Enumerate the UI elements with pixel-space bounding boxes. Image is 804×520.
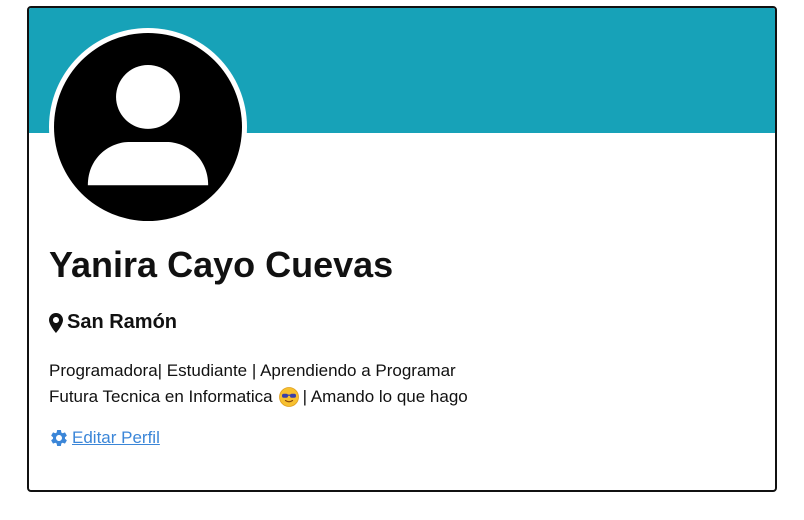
gear-icon [51,430,67,446]
bio-line-2-start: Futura Tecnica en Informatica [49,387,273,406]
map-pin-icon [49,312,63,333]
profile-card: Yanira Cayo Cuevas San Ramón Programador… [27,6,777,492]
bio-line-1: Programadora| Estudiante | Aprendiendo a… [49,361,456,380]
profile-name: Yanira Cayo Cuevas [49,244,394,285]
profile-location: San Ramón [49,311,177,334]
location-text: San Ramón [67,311,178,333]
sunglasses-face-emoji [278,387,299,407]
bio-line-2: Futura Tecnica en Informatica | Amando l… [49,384,468,410]
bio-line-2-end: | Amando lo que hago [302,387,468,406]
avatar [49,28,247,226]
profile-bio: Programadora| Estudiante | Aprendiendo a… [49,358,468,410]
edit-profile-label: Editar Perfil [72,428,160,447]
user-silhouette-icon [54,33,242,221]
edit-profile-link[interactable]: Editar Perfil [49,428,160,448]
